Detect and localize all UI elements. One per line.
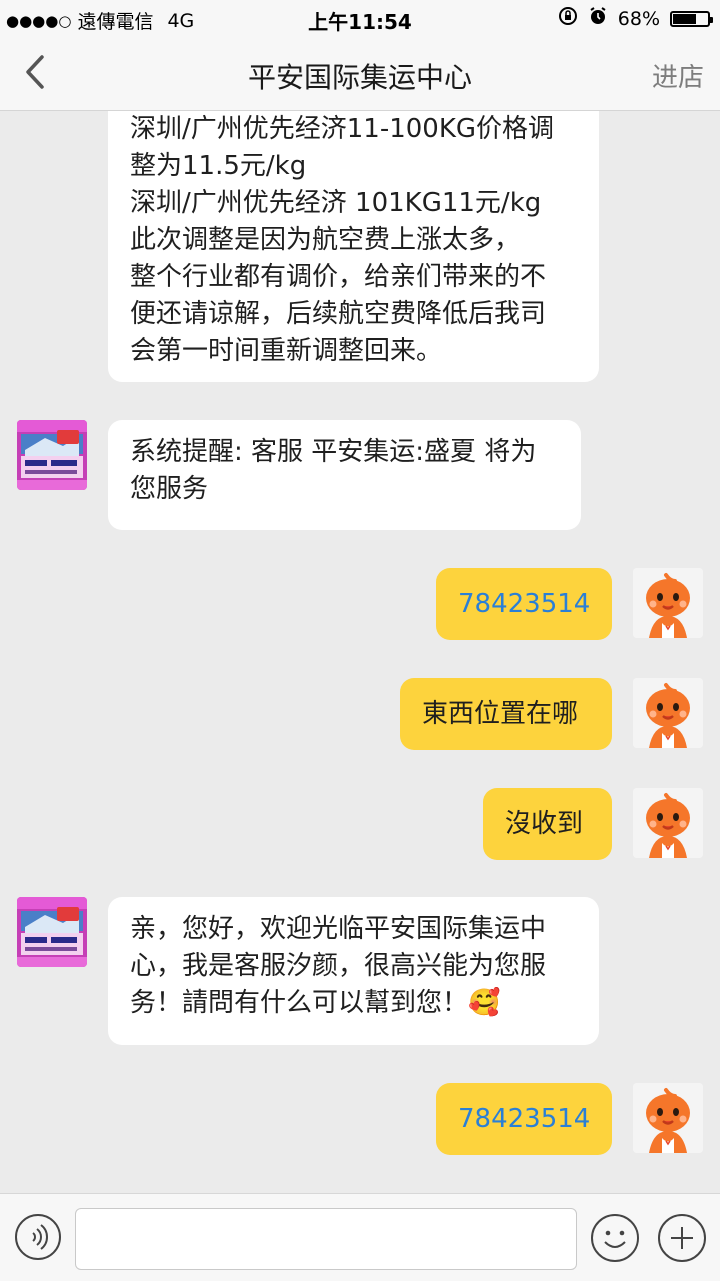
battery-percent: 68% (617, 7, 660, 30)
message-text: 東西位置在哪 (422, 698, 579, 729)
battery-icon (670, 10, 713, 27)
message-line: 深圳/广州优先经济11-100KG价格调 (130, 114, 555, 144)
message-line: 整个行业都有调价，给亲们带来的不 (130, 262, 547, 292)
message-input-bar (0, 1193, 720, 1281)
chat-message-list[interactable]: 深圳/广州优先经济11-100KG价格调 整为11.5元/kg 深圳/广州优先经… (0, 111, 720, 1193)
system-notice-bubble: 系统提醒: 客服 平安集运:盛夏 将为 您服务 (108, 420, 581, 530)
message-line: 会第一时间重新调整回来。 (130, 336, 443, 366)
status-bar: ●●●●○ 遠傳電信 4G 上午11:54 68% (0, 0, 720, 36)
incoming-message-bubble: 深圳/广州优先经济11-100KG价格调 整为11.5元/kg 深圳/广州优先经… (108, 111, 599, 382)
shop-avatar[interactable] (17, 420, 87, 490)
message-line: 心，我是客服汐颜，很高兴能为您服 (130, 951, 547, 981)
user-avatar[interactable] (633, 568, 703, 638)
message-line: 系统提醒: 客服 平安集运:盛夏 将为 (130, 437, 537, 467)
alarm-icon (588, 6, 608, 31)
incoming-message-bubble: 亲，您好，欢迎光临平安国际集运中 心，我是客服汐颜，很高兴能为您服 务！請問有什… (108, 897, 599, 1045)
message-input[interactable] (75, 1208, 577, 1270)
page-title: 平安国际集运中心 (247, 61, 472, 94)
tracking-number[interactable]: 78423514 (458, 586, 590, 623)
enter-store-button[interactable]: 进店 (652, 57, 704, 94)
message-line: 亲，您好，欢迎光临平安国际集运中 (130, 914, 547, 944)
emoji-icon[interactable] (590, 1213, 640, 1263)
outgoing-message-bubble[interactable]: 78423514 (436, 568, 612, 640)
orientation-lock-icon (558, 6, 578, 31)
user-avatar[interactable] (633, 1083, 703, 1153)
voice-input-icon[interactable] (14, 1213, 62, 1261)
outgoing-message-bubble: 東西位置在哪 (400, 678, 612, 750)
outgoing-message-bubble: 沒收到 (483, 788, 612, 860)
nav-bar: 平安国际集运中心 进店 (0, 36, 720, 111)
message-line: 整为11.5元/kg (130, 151, 307, 181)
message-line: 您服务 (130, 474, 209, 504)
message-line: 便还请谅解，后续航空费降低后我司 (130, 299, 547, 329)
message-text: 沒收到 (505, 808, 584, 839)
shop-avatar[interactable] (17, 897, 87, 967)
user-avatar[interactable] (633, 788, 703, 858)
tracking-number[interactable]: 78423514 (458, 1101, 590, 1138)
battery-fill (673, 13, 697, 24)
message-line: 此次调整是因为航空费上涨太多， (130, 225, 521, 255)
plus-icon[interactable] (657, 1213, 707, 1263)
user-avatar[interactable] (633, 678, 703, 748)
outgoing-message-bubble[interactable]: 78423514 (436, 1083, 612, 1155)
message-line: 务！請問有什么可以幫到您！🥰 (130, 988, 501, 1018)
message-line: 深圳/广州优先经济 101KG11元/kg (130, 188, 542, 218)
